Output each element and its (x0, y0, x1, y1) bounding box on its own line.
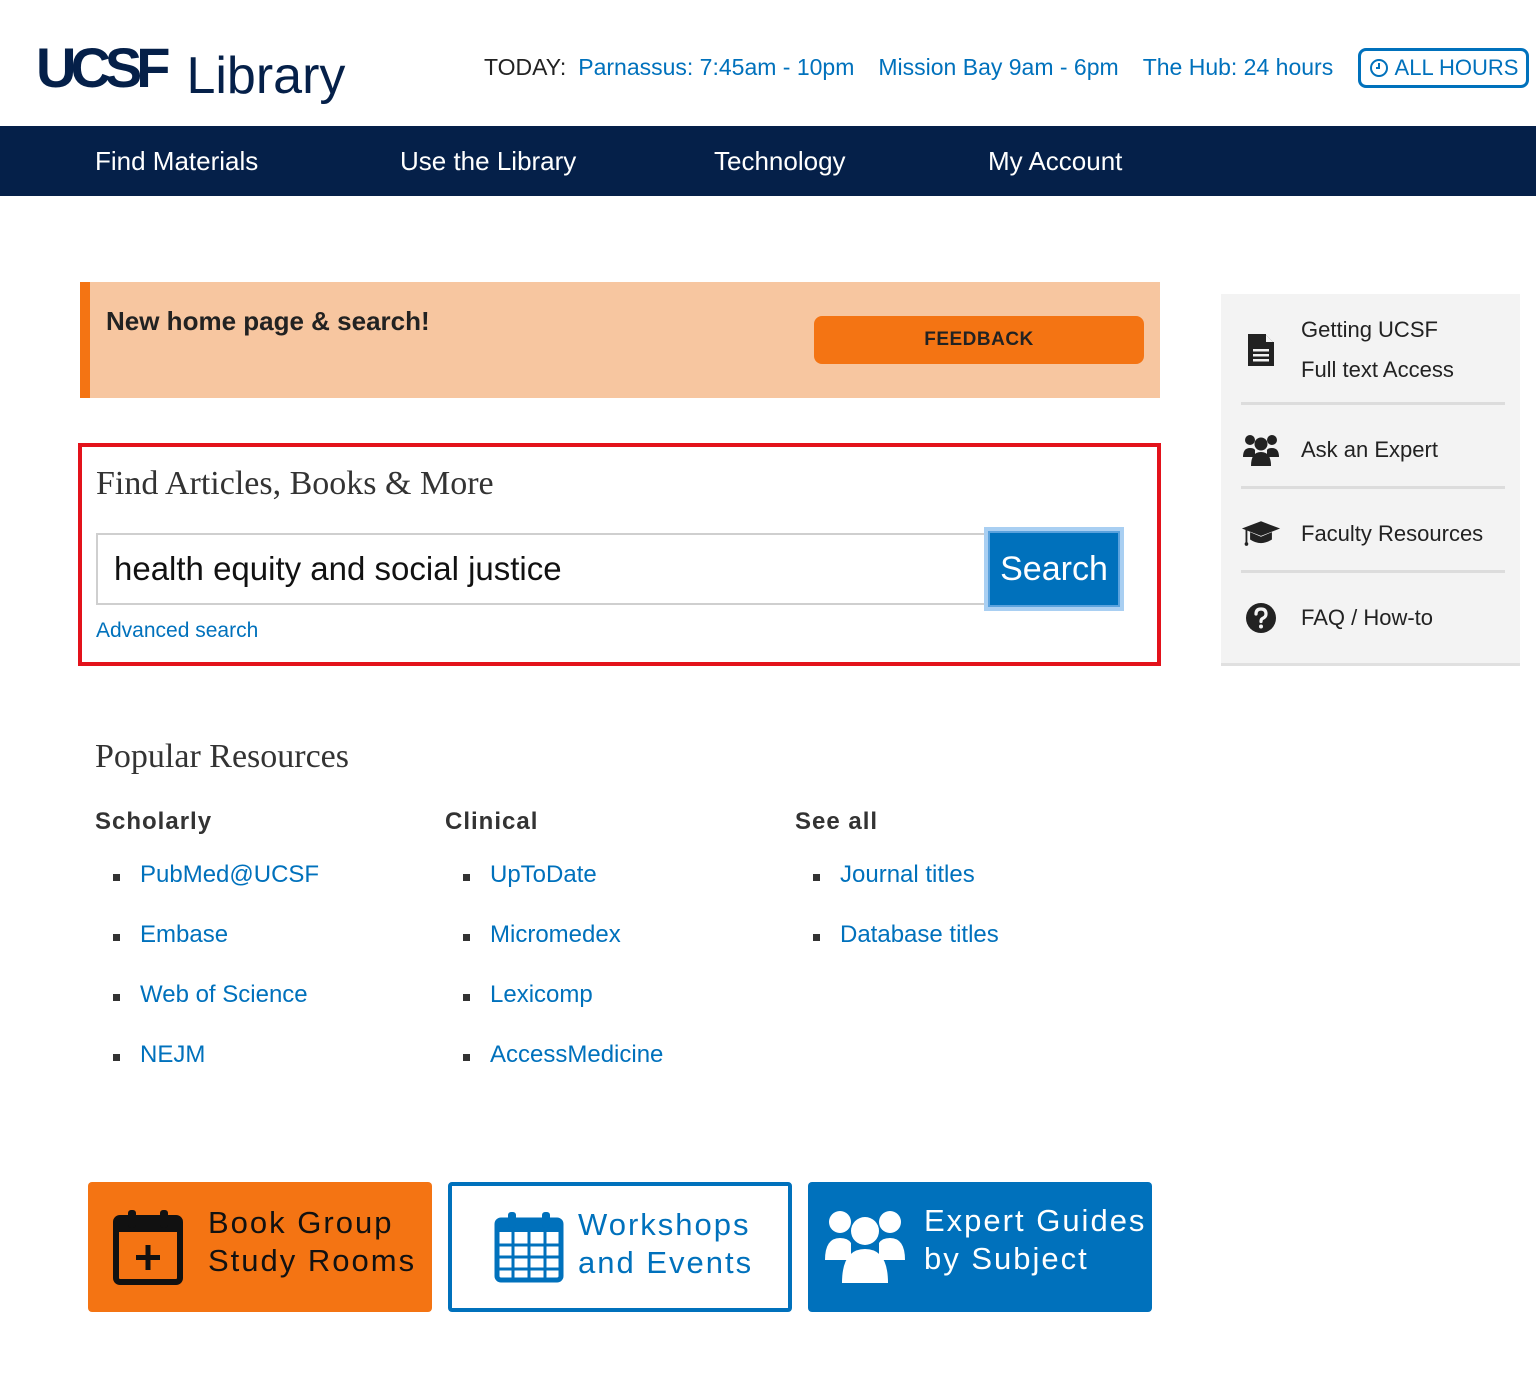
list-bullet (113, 874, 120, 881)
tile-label-line1: Book Group (208, 1205, 394, 1240)
announcement-banner: New home page & search! FEEDBACK (80, 282, 1160, 398)
all-hours-button[interactable]: ALL HOURS (1358, 48, 1529, 88)
column-heading-scholarly: Scholarly (95, 808, 213, 835)
list-bullet (463, 994, 470, 1001)
sidebar-label-ask-an-expert: Ask an Expert (1301, 437, 1438, 462)
tile-label-line1: Expert Guides (924, 1203, 1147, 1238)
column-heading-see-all: See all (795, 808, 879, 835)
link-accessmedicine[interactable]: AccessMedicine (490, 1041, 663, 1069)
tile-expert-guides-label: Expert Guides by Subject (924, 1202, 1146, 1278)
list-bullet (813, 874, 820, 881)
nav-my-account[interactable]: My Account (988, 126, 1122, 196)
list-bullet (113, 994, 120, 1001)
sidebar-item-faq[interactable]: FAQ / How-to (1241, 598, 1505, 638)
sidebar-label-getting-ucsf: Getting UCSF (1301, 317, 1438, 342)
all-hours-label: ALL HOURS (1394, 55, 1519, 80)
sidebar-divider (1241, 486, 1505, 489)
list-bullet (463, 1054, 470, 1061)
tile-label-line2: Study Rooms (208, 1243, 417, 1278)
search-input[interactable] (96, 533, 986, 605)
link-web-of-science[interactable]: Web of Science (140, 981, 308, 1009)
advanced-search-link[interactable]: Advanced search (96, 619, 258, 643)
clock-icon (1369, 59, 1388, 77)
tile-label-line2: and Events (578, 1245, 754, 1280)
hours-hub-link[interactable]: The Hub: 24 hours (1143, 54, 1334, 81)
users-icon (1241, 430, 1281, 470)
question-circle-icon (1241, 598, 1281, 638)
link-pubmed[interactable]: PubMed@UCSF (140, 861, 319, 889)
calendar-plus-icon (113, 1210, 183, 1285)
quick-links-sidebar: Getting UCSF Full text Access Ask an Exp… (1221, 294, 1520, 666)
tile-workshops-events-label: Workshops and Events (578, 1206, 753, 1282)
nav-technology[interactable]: Technology (714, 126, 846, 196)
nav-find-materials[interactable]: Find Materials (95, 126, 258, 196)
tile-book-study-rooms[interactable]: Book Group Study Rooms (88, 1182, 432, 1312)
link-uptodate[interactable]: UpToDate (490, 861, 597, 889)
link-database-titles[interactable]: Database titles (840, 921, 999, 949)
list-bullet (113, 1054, 120, 1061)
tile-expert-guides[interactable]: Expert Guides by Subject (808, 1182, 1152, 1312)
today-label: TODAY: (484, 54, 567, 80)
calendar-icon (494, 1212, 564, 1283)
sidebar-label-full-text-access: Full text Access (1301, 357, 1454, 382)
hours-parnassus-link[interactable]: Parnassus: 7:45am - 10pm (578, 54, 854, 81)
logo-ucsf-text: UCSF (36, 36, 170, 99)
logo-library-text: Library (186, 47, 346, 105)
sidebar-label-faculty-resources: Faculty Resources (1301, 521, 1484, 546)
ucsf-library-logo[interactable]: UCSF Library (36, 22, 346, 105)
tile-label-line1: Workshops (578, 1207, 751, 1242)
users-icon (825, 1211, 905, 1283)
nav-use-the-library[interactable]: Use the Library (400, 126, 576, 196)
sidebar-item-full-text-access[interactable]: Getting UCSF Full text Access (1241, 314, 1505, 386)
link-embase[interactable]: Embase (140, 921, 228, 949)
sidebar-divider (1241, 402, 1505, 405)
sidebar-label-faq: FAQ / How-to (1301, 605, 1434, 630)
graduation-cap-icon (1241, 514, 1281, 554)
link-nejm[interactable]: NEJM (140, 1041, 205, 1069)
link-lexicomp[interactable]: Lexicomp (490, 981, 593, 1009)
sidebar-item-faculty-resources[interactable]: Faculty Resources (1241, 514, 1505, 554)
todays-hours: TODAY: Parnassus: 7:45am - 10pm Mission … (484, 54, 1357, 81)
site-header: UCSF Library TODAY: Parnassus: 7:45am - … (0, 0, 1536, 126)
popular-resources-title: Popular Resources (95, 738, 350, 775)
list-bullet (813, 934, 820, 941)
link-journal-titles[interactable]: Journal titles (840, 861, 975, 889)
list-bullet (113, 934, 120, 941)
list-bullet (463, 874, 470, 881)
column-heading-clinical: Clinical (445, 808, 539, 835)
banner-text: New home page & search! (106, 306, 430, 336)
sidebar-item-ask-an-expert[interactable]: Ask an Expert (1241, 430, 1505, 470)
tile-label-line2: by Subject (924, 1241, 1089, 1276)
search-button[interactable]: Search (984, 527, 1124, 611)
tile-book-study-rooms-label: Book Group Study Rooms (208, 1204, 416, 1280)
search-panel: Find Articles, Books & More Search Advan… (78, 443, 1161, 666)
list-bullet (463, 934, 470, 941)
feedback-button[interactable]: FEEDBACK (814, 316, 1144, 364)
main-nav: Find Materials Use the Library Technolog… (0, 126, 1536, 196)
hours-mission-bay-link[interactable]: Mission Bay 9am - 6pm (878, 54, 1118, 81)
search-title: Find Articles, Books & More (96, 465, 494, 502)
sidebar-divider (1241, 570, 1505, 573)
link-micromedex[interactable]: Micromedex (490, 921, 621, 949)
tile-workshops-events[interactable]: Workshops and Events (448, 1182, 792, 1312)
document-icon (1241, 330, 1281, 370)
